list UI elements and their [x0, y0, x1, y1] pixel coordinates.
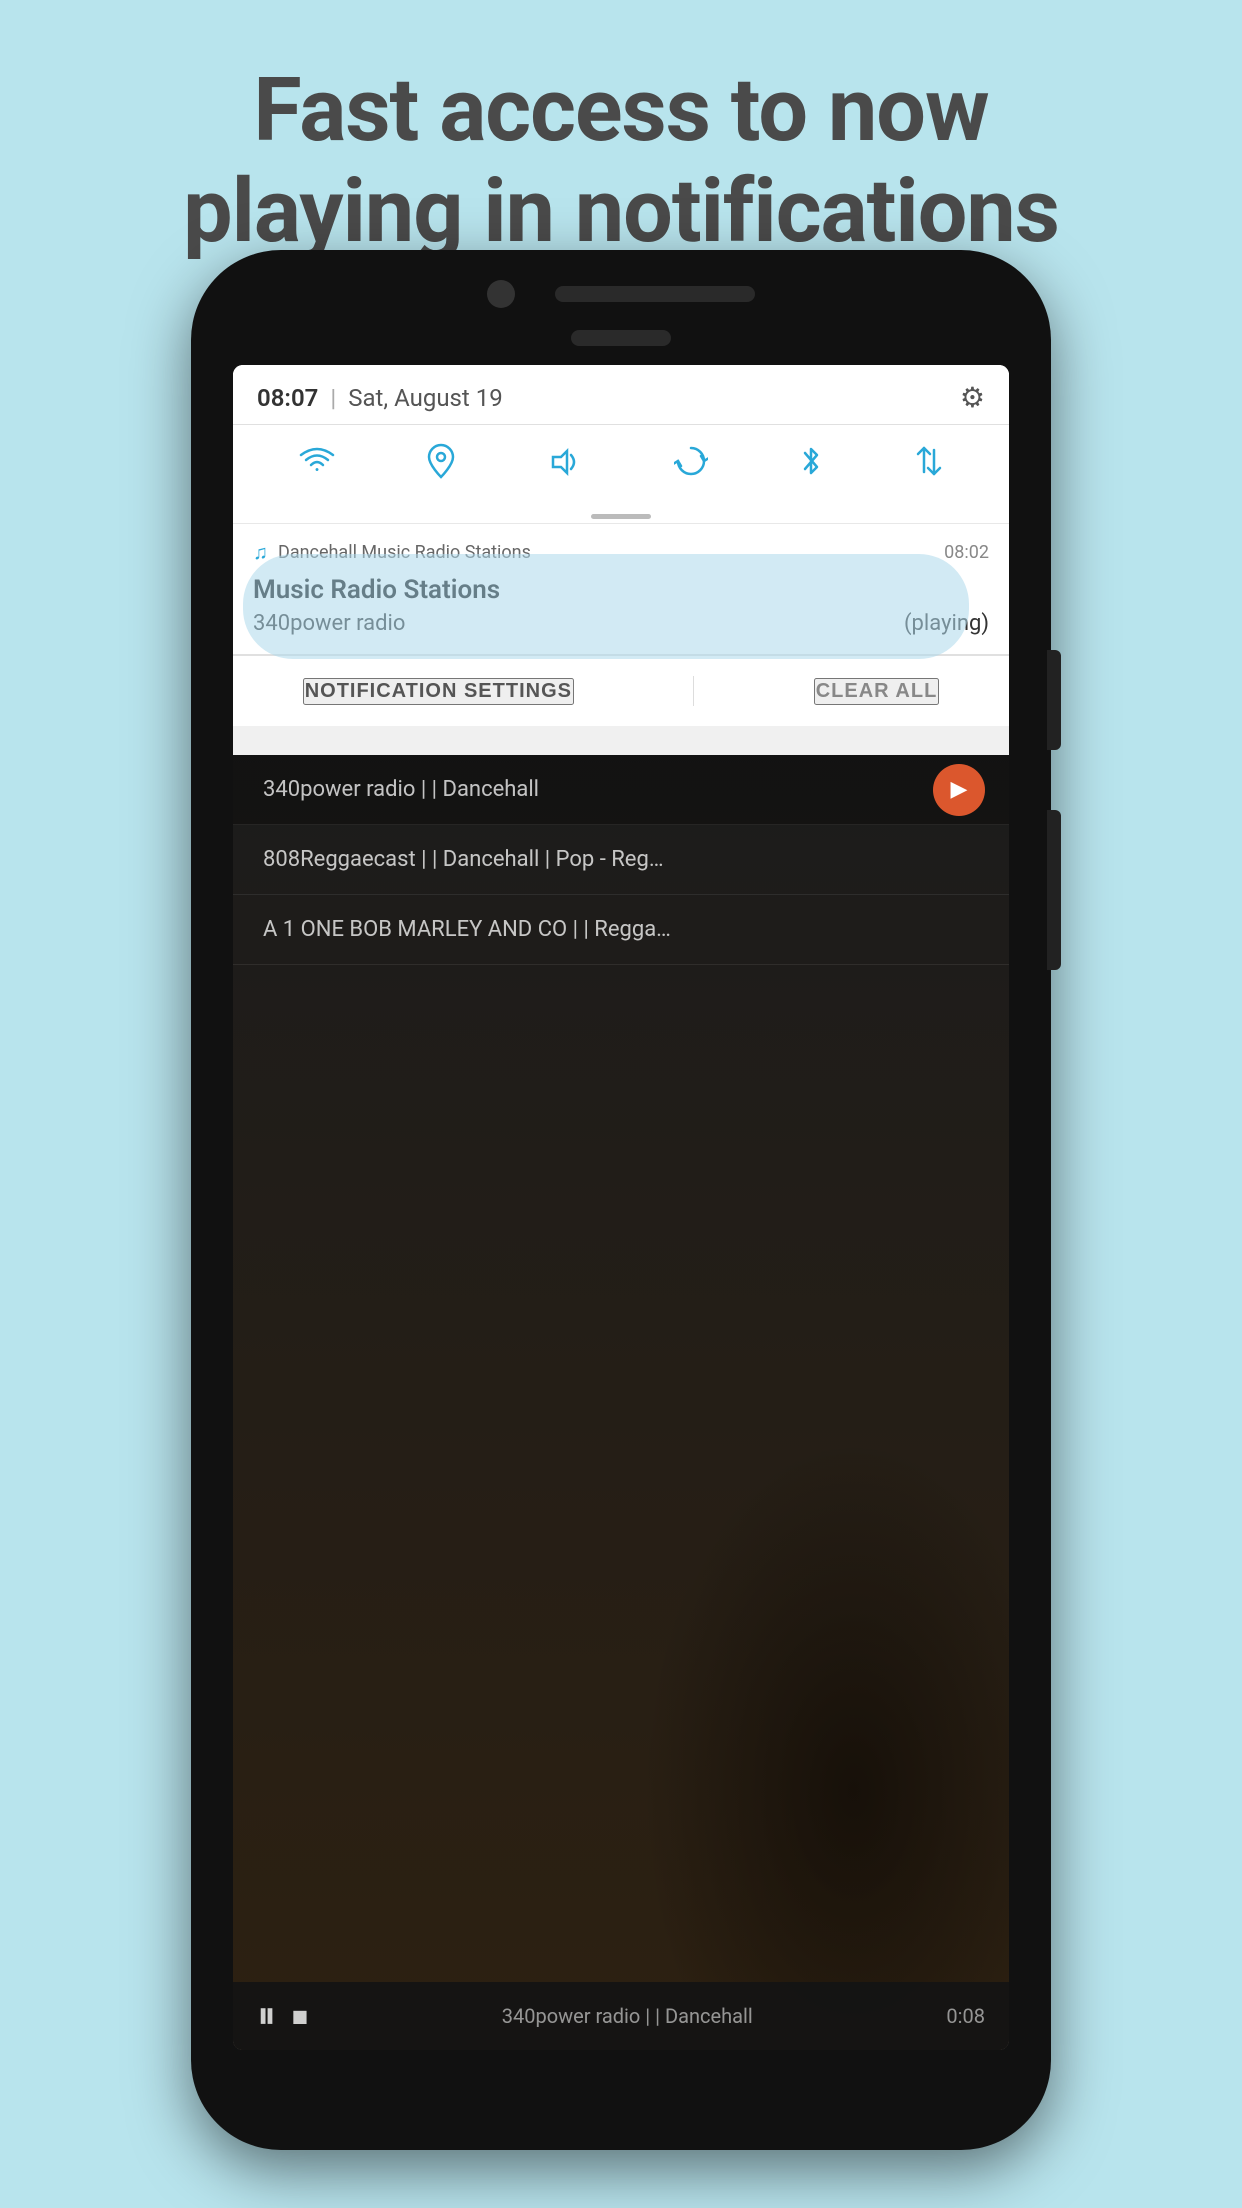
station-name: 808Reggaecast | | Dancehall | Pop - Reg… [263, 847, 664, 872]
notif-title: Music Radio Stations [253, 575, 989, 605]
action-divider [693, 676, 694, 706]
home-button [571, 330, 671, 346]
play-button[interactable]: ▶ [933, 764, 985, 816]
volume-icon[interactable] [547, 446, 583, 486]
notif-actions-bar: NOTIFICATION SETTINGS CLEAR ALL [233, 655, 1009, 726]
status-time: 08:07 [257, 384, 318, 412]
notif-app-icon: ♫ [253, 540, 268, 565]
quick-settings-row [233, 425, 1009, 506]
station-item[interactable]: 808Reggaecast | | Dancehall | Pop - Reg… [233, 825, 1009, 895]
station-name: A 1 ONE BOB MARLEY AND CO | | Regga… [263, 917, 671, 942]
notif-status: (playing) [904, 611, 989, 636]
notif-app-name: Dancehall Music Radio Stations [278, 542, 934, 563]
notif-station: 340power radio [253, 611, 405, 636]
notif-body: 340power radio (playing) [253, 611, 989, 636]
phone-frame: 08:07 | Sat, August 19 ⚙ [191, 250, 1051, 2150]
header-line2: playing in notifications [183, 160, 1059, 263]
station-list: 340power radio | | Dancehall ▶ 808Reggae… [233, 755, 1009, 965]
speaker [555, 286, 755, 302]
data-icon[interactable] [914, 444, 944, 487]
highlight-oval [243, 554, 969, 659]
phone-screen: 08:07 | Sat, August 19 ⚙ [233, 365, 1009, 2050]
station-item[interactable]: A 1 ONE BOB MARLEY AND CO | | Regga… [233, 895, 1009, 965]
station-name: 340power radio | | Dancehall [263, 777, 539, 802]
location-icon[interactable] [426, 443, 456, 488]
station-item[interactable]: 340power radio | | Dancehall ▶ [233, 755, 1009, 825]
player-bar: ⏸ ⏹ 340power radio | | Dancehall 0:08 [233, 1982, 1009, 2050]
player-station-name: 340power radio | | Dancehall [502, 2004, 753, 2028]
notification-settings-button[interactable]: NOTIFICATION SETTINGS [303, 678, 574, 705]
player-controls: ⏸ ⏹ [257, 1994, 308, 2038]
gear-icon[interactable]: ⚙ [960, 381, 985, 414]
status-bar: 08:07 | Sat, August 19 ⚙ [233, 365, 1009, 425]
status-time-date: 08:07 | Sat, August 19 [257, 384, 503, 412]
bluetooth-icon[interactable] [799, 443, 823, 488]
pause-button[interactable]: ⏸ [257, 1994, 276, 2038]
status-date: Sat, August 19 [348, 384, 502, 412]
app-content-area: 340power radio | | Dancehall ▶ 808Reggae… [233, 755, 1009, 2050]
notif-time: 08:02 [944, 542, 989, 563]
status-divider: | [330, 384, 336, 412]
drag-handle [233, 506, 1009, 523]
clear-all-button[interactable]: CLEAR ALL [814, 678, 940, 705]
stop-button[interactable]: ⏹ [292, 1997, 308, 2036]
camera [487, 280, 515, 308]
page-header: Fast access to now playing in notificati… [71, 60, 1171, 262]
header-line1: Fast access to now [253, 59, 988, 162]
notif-header: ♫ Dancehall Music Radio Stations 08:02 [253, 540, 989, 565]
wifi-icon[interactable] [299, 446, 335, 486]
side-button-volume [1047, 810, 1061, 970]
notification-panel: 08:07 | Sat, August 19 ⚙ [233, 365, 1009, 726]
phone-top-area [487, 280, 755, 308]
side-button-power [1047, 650, 1061, 750]
player-time: 0:08 [946, 2004, 985, 2028]
notification-card[interactable]: ♫ Dancehall Music Radio Stations 08:02 M… [233, 523, 1009, 654]
sync-icon[interactable] [674, 444, 708, 487]
